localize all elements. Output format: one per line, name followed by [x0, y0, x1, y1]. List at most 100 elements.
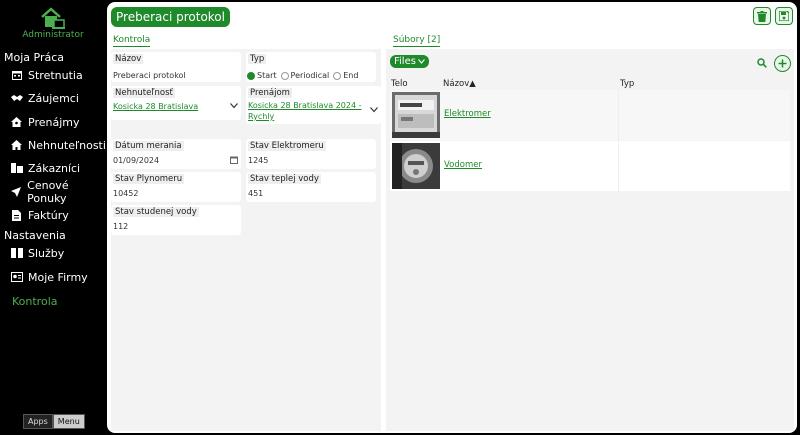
sidebar-item-nehnutelnosti[interactable]: Nehnuteľnosti — [10, 136, 106, 154]
delete-button[interactable] — [753, 7, 771, 25]
save-button[interactable] — [775, 7, 793, 25]
sidebar-item-label: Moje Firmy — [28, 270, 88, 284]
col-nazov[interactable]: Názov▲ — [443, 79, 476, 89]
customers-icon — [10, 162, 23, 175]
chevron-down-icon — [230, 103, 238, 109]
trash-icon — [757, 10, 767, 22]
sidebar: Administrator Moja Práca Stretnutia Záuj… — [0, 0, 106, 435]
chevron-down-icon — [418, 59, 425, 64]
files-panel: Files Telo Názov▲ Typ Elektromer Vodomer — [386, 49, 794, 431]
calendar-icon — [10, 69, 23, 82]
page-title: Preberaci protokol — [111, 7, 230, 27]
nazov-field[interactable]: Názov Preberaci protokol — [111, 52, 241, 82]
invoice-icon — [10, 209, 23, 222]
datum-value[interactable]: 01/09/2024 — [113, 156, 159, 165]
file-name-link[interactable]: Vodomer — [444, 160, 482, 170]
sidebar-item-zakaznici[interactable]: Zákazníci — [10, 159, 80, 177]
file-name-link[interactable]: Elektromer — [444, 109, 491, 119]
sidebar-item-label: Stretnutia — [28, 68, 83, 82]
datum-field[interactable]: Dátum merania 01/09/2024 — [111, 139, 241, 169]
sidebar-item-label: Zákazníci — [28, 161, 81, 175]
sidebar-item-prenajmy[interactable]: Prenájmy — [10, 113, 79, 131]
nazov-label: Názov — [113, 54, 144, 64]
send-icon — [10, 186, 22, 199]
section-moja-praca: Moja Práca — [4, 51, 65, 64]
radio-end-label: End — [343, 71, 359, 80]
tepla-voda-value[interactable]: 451 — [248, 189, 263, 198]
sidebar-item-stretnutia[interactable]: Stretnutia — [10, 66, 83, 84]
sidebar-item-label: Faktúry — [28, 208, 69, 222]
sidebar-item-label: Služby — [28, 246, 65, 260]
studena-voda-value[interactable]: 112 — [113, 222, 128, 231]
plus-icon — [778, 59, 787, 68]
col-typ[interactable]: Typ — [620, 79, 634, 89]
nehnutelnost-value[interactable]: Kosicka 28 Bratislava — [113, 102, 198, 111]
tepla-voda-label: Stav teplej vody — [248, 174, 321, 184]
logo[interactable]: Administrator — [0, 6, 106, 40]
sidebar-item-cenove-ponuky[interactable]: Cenové Ponuky — [10, 179, 106, 205]
studena-voda-label: Stav studenej vody — [113, 207, 199, 217]
plynomer-field[interactable]: Stav Plynomeru 10452 — [111, 172, 241, 202]
sidebar-item-label: Záujemci — [28, 91, 79, 105]
elektromer-value[interactable]: 1245 — [248, 156, 268, 165]
boxes-icon — [10, 247, 23, 260]
electric-meter-image-icon — [392, 92, 440, 138]
sidebar-item-moje-firmy[interactable]: Moje Firmy — [10, 268, 88, 286]
apps-button[interactable]: Apps — [23, 414, 53, 429]
studena-voda-field[interactable]: Stav studenej vody 112 — [111, 205, 241, 235]
thumbnail-electric-meter[interactable] — [392, 92, 440, 138]
radio-periodical[interactable]: Periodical — [280, 71, 330, 80]
sidebar-item-zaujemci[interactable]: Záujemci — [10, 89, 79, 107]
column-divider — [618, 141, 619, 191]
sidebar-item-kontrola[interactable]: Kontrola — [12, 292, 58, 310]
table-row[interactable]: Vodomer — [390, 141, 790, 191]
radio-start-label: Start — [257, 71, 277, 80]
house-user-icon — [10, 116, 23, 129]
radio-start[interactable]: Start — [247, 71, 277, 80]
typ-field: Typ Start Periodical End — [246, 52, 376, 82]
sidebar-item-faktury[interactable]: Faktúry — [10, 206, 69, 224]
elektromer-label: Stav Elektromeru — [248, 141, 326, 151]
calendar-picker-icon[interactable] — [230, 156, 238, 164]
datum-label: Dátum merania — [113, 141, 184, 151]
col-telo: Telo — [391, 79, 408, 89]
typ-label: Typ — [248, 54, 267, 64]
radio-periodical-label: Periodical — [290, 71, 330, 80]
home-icon — [10, 139, 23, 152]
tab-kontrola[interactable]: Kontrola — [113, 35, 151, 47]
sidebar-item-label: Prenájmy — [28, 115, 80, 129]
search-icon[interactable] — [757, 58, 767, 68]
thumbnail-water-meter[interactable] — [392, 143, 440, 189]
prenajom-label: Prenájom — [248, 88, 292, 98]
water-meter-image-icon — [392, 143, 440, 189]
column-divider — [618, 90, 619, 140]
sidebar-item-label: Cenové Ponuky — [27, 179, 69, 205]
tepla-voda-field[interactable]: Stav teplej vody 451 — [246, 172, 376, 202]
handshake-icon — [10, 92, 23, 105]
nazov-value[interactable]: Preberaci protokol — [113, 71, 186, 80]
radio-dot — [247, 71, 255, 80]
sidebar-item-label: Nehnuteľnosti — [28, 138, 106, 152]
files-button-label: Files — [394, 56, 416, 67]
prenajom-value-line2[interactable]: Rychly — [248, 112, 274, 121]
add-file-button[interactable] — [774, 55, 791, 72]
files-dropdown-button[interactable]: Files — [390, 55, 429, 68]
chevron-down-icon — [370, 107, 378, 113]
plynomer-value[interactable]: 10452 — [113, 189, 138, 198]
prenajom-value-line1[interactable]: Kosicka 28 Bratislava 2024 - — [248, 101, 362, 110]
nehnutelnost-label: Nehnuteľnosť — [113, 88, 175, 98]
sidebar-item-sluzby[interactable]: Služby — [10, 244, 64, 262]
menu-button[interactable]: Menu — [52, 414, 85, 429]
radio-end[interactable]: End — [333, 71, 358, 80]
main-panel: Preberaci protokol Kontrola Súbory [2] N… — [107, 2, 797, 433]
id-card-icon — [10, 271, 23, 284]
tab-subory[interactable]: Súbory [2] — [393, 35, 441, 47]
prenajom-select[interactable]: Prenájom Kosicka 28 Bratislava 2024 - Ry… — [246, 86, 381, 124]
nehnutelnost-select[interactable]: Nehnuteľnosť Kosicka 28 Bratislava — [111, 86, 241, 120]
elektromer-field[interactable]: Stav Elektromeru 1245 — [246, 139, 376, 169]
table-row[interactable]: Elektromer — [390, 90, 790, 140]
kontrola-form: Názov Preberaci protokol Typ Start Perio… — [111, 49, 381, 431]
radio-dot — [280, 71, 289, 80]
plynomer-label: Stav Plynomeru — [113, 174, 185, 184]
bottom-switch: Apps Menu — [23, 414, 85, 429]
